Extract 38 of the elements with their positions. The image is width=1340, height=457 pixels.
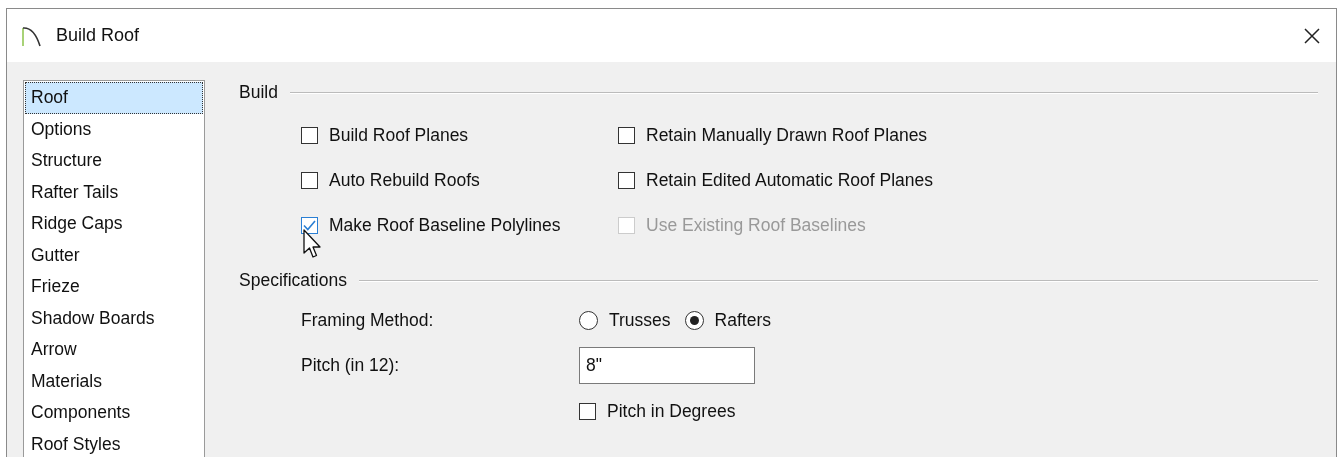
checkbox-label: Auto Rebuild Roofs	[329, 169, 480, 191]
category-item[interactable]: Arrow	[25, 334, 203, 366]
checkbox[interactable]	[618, 171, 635, 189]
checkbox-label: Build Roof Planes	[329, 124, 469, 146]
pitch-field[interactable]: 8"	[579, 347, 755, 384]
close-icon[interactable]	[1304, 27, 1320, 44]
checkbox-label: Retain Manually Drawn Roof Planes	[646, 124, 928, 146]
checkbox[interactable]	[301, 126, 318, 144]
roof-arc-icon	[22, 24, 42, 47]
category-item[interactable]: Materials	[25, 365, 203, 397]
category-item[interactable]: Roof Styles	[25, 428, 203, 457]
category-item[interactable]: Frieze	[25, 271, 203, 303]
mouse-pointer-icon	[303, 229, 323, 259]
checkbox[interactable]	[301, 171, 318, 189]
category-item[interactable]: Shadow Boards	[25, 302, 203, 334]
category-item[interactable]: Options	[25, 113, 203, 145]
radio-button[interactable]	[684, 310, 704, 330]
category-item[interactable]: Components	[25, 397, 203, 429]
category-item[interactable]: Rafter Tails	[25, 176, 203, 208]
field-label: Framing Method:	[301, 309, 435, 331]
checkbox[interactable]	[618, 126, 635, 144]
radio-label: Trusses	[609, 309, 671, 331]
checkbox[interactable]	[301, 216, 318, 234]
radio-label: Rafters	[714, 309, 771, 331]
checkbox[interactable]	[579, 402, 596, 420]
category-item[interactable]: Gutter	[25, 239, 203, 271]
category-item[interactable]: Ridge Caps	[25, 208, 203, 240]
checkbox-label: Pitch in Degrees	[607, 400, 736, 422]
group-title: Specifications	[239, 270, 347, 291]
category-item[interactable]: Roof	[25, 82, 203, 114]
checkbox-label: Retain Edited Automatic Roof Planes	[646, 169, 933, 191]
checkbox-label: Use Existing Roof Baselines	[646, 214, 866, 236]
field-label: Pitch (in 12):	[301, 355, 401, 376]
category-item[interactable]: Structure	[25, 145, 203, 177]
checkbox-label: Make Roof Baseline Polylines	[329, 214, 561, 236]
radio-button[interactable]	[579, 310, 598, 330]
group-title: Build	[239, 82, 278, 103]
window-title: Build Roof	[56, 25, 141, 46]
